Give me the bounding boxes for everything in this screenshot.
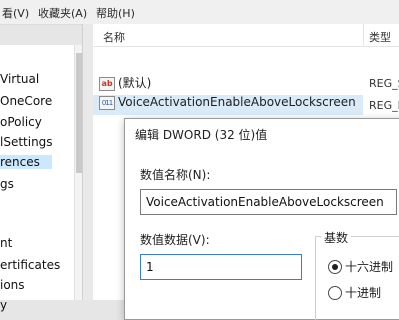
tree-item[interactable]: Virtual [0,72,39,86]
radio-dec-label: 十进制 [345,286,382,300]
tree-item[interactable]: lSettings [0,135,53,149]
edit-dword-dialog: 编辑 DWORD (32 位)值 数值名称(N): VoiceActivatio… [124,118,399,320]
list-item[interactable]: ab (默认) [93,74,363,94]
value-name-label: 数值名称(N): [140,168,211,182]
dword-value-icon: 011 [99,95,115,110]
column-name-label: 名称 [103,31,125,44]
menu-view[interactable]: 看(V) [2,5,29,21]
menu-help[interactable]: 帮助(H) [96,5,135,21]
tree-item-selected[interactable]: rences [0,155,52,169]
radio-dec[interactable] [328,286,342,300]
value-type: REG_D [369,99,399,112]
tree-item[interactable]: y [0,298,7,312]
column-type-label: 类型 [369,31,391,44]
dialog-title: 编辑 DWORD (32 位)值 [135,128,268,142]
tree-item[interactable]: nt [0,236,12,250]
value-name-field[interactable]: VoiceActivationEnableAboveLockscreen [140,189,397,215]
string-value-icon: ab [99,76,115,91]
tree-item[interactable]: ertificates [0,258,60,272]
radio-hex[interactable] [328,260,342,274]
tree-item[interactable]: oPolicy [0,115,42,129]
column-header-name[interactable]: 名称 [93,24,363,47]
column-header-type[interactable]: 类型 [363,24,399,47]
value-name: VoiceActivationEnableAboveLockscreen [118,95,356,109]
menu-favorites[interactable]: 收藏夹(A) [38,5,87,21]
radio-hex-label: 十六进制 [345,260,394,274]
list-item-selected[interactable]: 011 VoiceActivationEnableAboveLockscreen [93,95,363,115]
tree-item[interactable]: OneCore [0,94,52,108]
base-group [315,236,399,320]
value-type: REG_S [369,77,399,90]
tree-item[interactable]: gs [0,177,14,191]
tree-item[interactable]: ions [0,278,25,292]
value-name: (默认) [118,76,152,90]
menu-bar: 看(V) 收藏夹(A) 帮助(H) [0,0,399,25]
value-data-input[interactable]: 1 [140,254,302,280]
value-data-label: 数值数据(V): [140,233,210,247]
base-group-title: 基数 [321,229,352,246]
